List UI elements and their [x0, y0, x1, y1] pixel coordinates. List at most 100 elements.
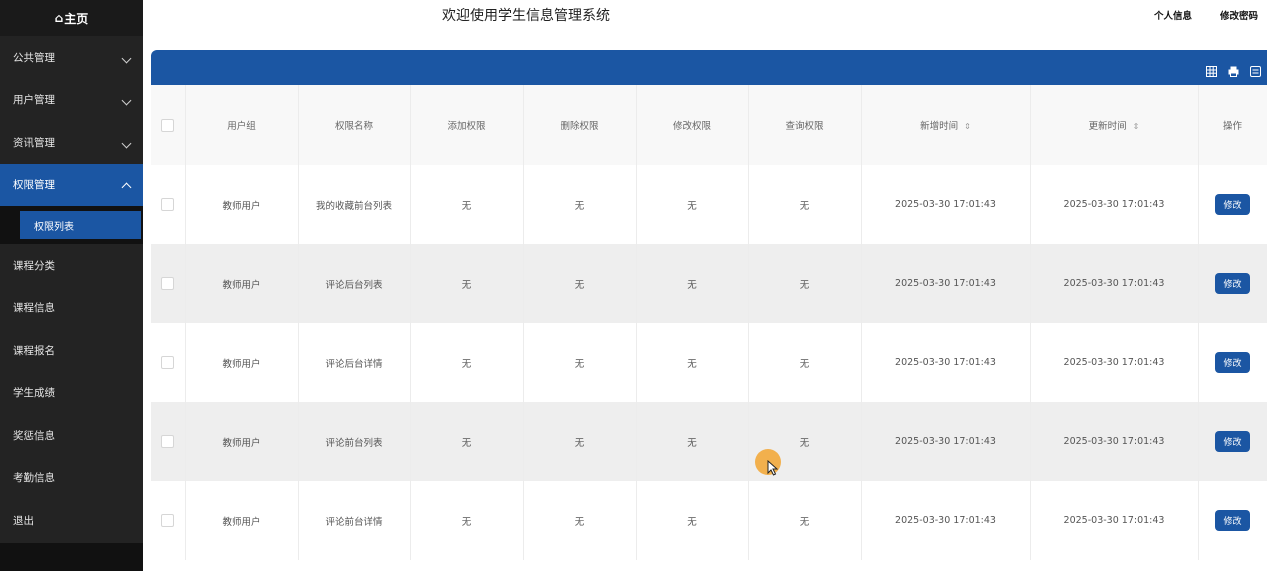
sidebar-item-label: 课程报名: [13, 344, 55, 357]
select-all-checkbox[interactable]: [161, 118, 175, 132]
cell-updated: 2025-03-30 17:01:43: [1030, 244, 1199, 323]
cell-group: 教师用户: [185, 481, 299, 560]
change-password-link[interactable]: 修改密码: [1220, 8, 1258, 22]
row-select-cell: [151, 165, 186, 244]
cell-updated: 2025-03-30 17:01:43: [1030, 165, 1199, 244]
cell-created: 2025-03-30 17:01:43: [861, 165, 1031, 244]
chevron-up-icon: [121, 182, 132, 193]
sidebar-item-public[interactable]: 公共管理: [0, 36, 143, 79]
cell-edit: 无: [636, 323, 749, 402]
sidebar-item-label: 权限管理: [13, 179, 55, 192]
cell-edit: 无: [636, 402, 749, 481]
sidebar-item-student-scores[interactable]: 学生成绩: [0, 372, 143, 415]
cell-delete: 无: [523, 244, 637, 323]
edit-button[interactable]: 修改: [1215, 431, 1250, 452]
cell-delete: 无: [523, 323, 637, 402]
sidebar-item-label: 考勤信息: [13, 472, 55, 485]
edit-button[interactable]: 修改: [1215, 273, 1250, 294]
column-header: 删除权限: [523, 85, 637, 165]
cell-name: 我的收藏前台列表: [298, 165, 411, 244]
sidebar-item-course-info[interactable]: 课程信息: [0, 287, 143, 330]
sidebar-item-label: 奖惩信息: [13, 429, 55, 442]
row-select-cell: [151, 323, 186, 402]
sidebar-menu: 公共管理 用户管理 资讯管理 权限管理 权限列表 课程分类 课程信息 课程报名 …: [0, 36, 143, 542]
sidebar-item-users[interactable]: 用户管理: [0, 79, 143, 122]
sidebar-footer: [0, 543, 143, 571]
table-row: 教师用户 我的收藏前台列表 无 无 无 无 2025-03-30 17:01:4…: [151, 165, 1267, 244]
cell-action: 修改: [1198, 244, 1267, 323]
print-icon[interactable]: [1228, 62, 1239, 77]
row-checkbox[interactable]: [161, 514, 175, 527]
cell-name: 评论前台列表: [298, 402, 411, 481]
cell-query: 无: [748, 323, 862, 402]
sidebar-item-label: 课程信息: [13, 302, 55, 315]
cell-created: 2025-03-30 17:01:43: [861, 402, 1031, 481]
column-header-label: 更新时间: [1088, 121, 1127, 132]
sidebar-item-course-enroll[interactable]: 课程报名: [0, 329, 143, 372]
table-row: 教师用户 评论前台列表 无 无 无 无 2025-03-30 17:01:43 …: [151, 402, 1267, 481]
row-checkbox[interactable]: [161, 277, 175, 290]
page-title: 欢迎使用学生信息管理系统: [442, 8, 610, 24]
sidebar-submenu: 权限列表: [0, 206, 143, 244]
sidebar-item-rewards[interactable]: 奖惩信息: [0, 414, 143, 457]
cell-add: 无: [410, 323, 524, 402]
column-header-created[interactable]: 新增时间 ⇕: [861, 85, 1031, 165]
column-header-updated[interactable]: 更新时间 ⇕: [1030, 85, 1199, 165]
sidebar-subitem-permission-list[interactable]: 权限列表: [20, 211, 141, 239]
cell-edit: 无: [636, 165, 749, 244]
edit-button[interactable]: 修改: [1215, 194, 1250, 215]
sidebar-item-course-category[interactable]: 课程分类: [0, 244, 143, 287]
select-all-cell: [151, 85, 186, 165]
table-icon[interactable]: [1206, 62, 1217, 77]
row-checkbox[interactable]: [161, 198, 175, 211]
sidebar-item-logout[interactable]: 退出: [0, 499, 143, 542]
profile-link[interactable]: 个人信息: [1154, 8, 1192, 22]
header-links: 个人信息 修改密码: [1154, 8, 1258, 22]
sort-icon[interactable]: ⇕: [964, 122, 971, 131]
cell-group: 教师用户: [185, 165, 299, 244]
cell-action: 修改: [1198, 481, 1267, 560]
row-select-cell: [151, 481, 186, 560]
cell-query: 无: [748, 165, 862, 244]
row-checkbox[interactable]: [161, 435, 175, 448]
column-header-label: 新增时间: [920, 121, 959, 132]
cell-group: 教师用户: [185, 244, 299, 323]
mouse-cursor-icon: [767, 460, 778, 476]
sidebar-item-permissions[interactable]: 权限管理: [0, 163, 143, 206]
export-icon[interactable]: [1250, 62, 1261, 77]
sidebar-item-label: 公共管理: [13, 51, 55, 64]
cell-created: 2025-03-30 17:01:43: [861, 244, 1031, 323]
sidebar-brand[interactable]: ⌂ 主页: [0, 0, 143, 36]
sidebar-item-label: 课程分类: [13, 259, 55, 272]
cell-add: 无: [410, 481, 524, 560]
edit-button[interactable]: 修改: [1215, 510, 1250, 531]
sidebar-item-label: 用户管理: [13, 94, 55, 107]
sidebar-item-label: 资讯管理: [13, 136, 55, 149]
table-header-row: 用户组 权限名称 添加权限 删除权限 修改权限 查询权限 新增时间 ⇕ 更新时间 ⇕…: [151, 85, 1267, 165]
cell-action: 修改: [1198, 165, 1267, 244]
table-toolbar: [151, 50, 1267, 85]
sidebar: ⌂ 主页 公共管理 用户管理 资讯管理 权限管理 权限列表 课程分类 课程信息 …: [0, 0, 143, 571]
permission-table: 用户组 权限名称 添加权限 删除权限 修改权限 查询权限 新增时间 ⇕ 更新时间 ⇕…: [151, 85, 1267, 560]
sidebar-item-news[interactable]: 资讯管理: [0, 121, 143, 164]
home-icon: ⌂: [54, 11, 64, 25]
cell-add: 无: [410, 165, 524, 244]
row-checkbox[interactable]: [161, 356, 175, 369]
table-row: 教师用户 评论后台列表 无 无 无 无 2025-03-30 17:01:43 …: [151, 244, 1267, 323]
sidebar-item-attendance[interactable]: 考勤信息: [0, 457, 143, 500]
cell-name: 评论后台详情: [298, 323, 411, 402]
table-row: 教师用户 评论前台详情 无 无 无 无 2025-03-30 17:01:43 …: [151, 481, 1267, 560]
cell-edit: 无: [636, 481, 749, 560]
cell-created: 2025-03-30 17:01:43: [861, 481, 1031, 560]
permission-table-panel: 用户组 权限名称 添加权限 删除权限 修改权限 查询权限 新增时间 ⇕ 更新时间 ⇕…: [151, 50, 1267, 571]
cell-action: 修改: [1198, 402, 1267, 481]
table-row: 教师用户 评论后台详情 无 无 无 无 2025-03-30 17:01:43 …: [151, 323, 1267, 402]
cell-created: 2025-03-30 17:01:43: [861, 323, 1031, 402]
cell-delete: 无: [523, 481, 637, 560]
cell-name: 评论后台列表: [298, 244, 411, 323]
edit-button[interactable]: 修改: [1215, 352, 1250, 373]
column-header: 用户组: [185, 85, 299, 165]
sort-icon[interactable]: ⇕: [1133, 122, 1140, 131]
cell-add: 无: [410, 402, 524, 481]
brand-label: 主页: [64, 11, 89, 26]
